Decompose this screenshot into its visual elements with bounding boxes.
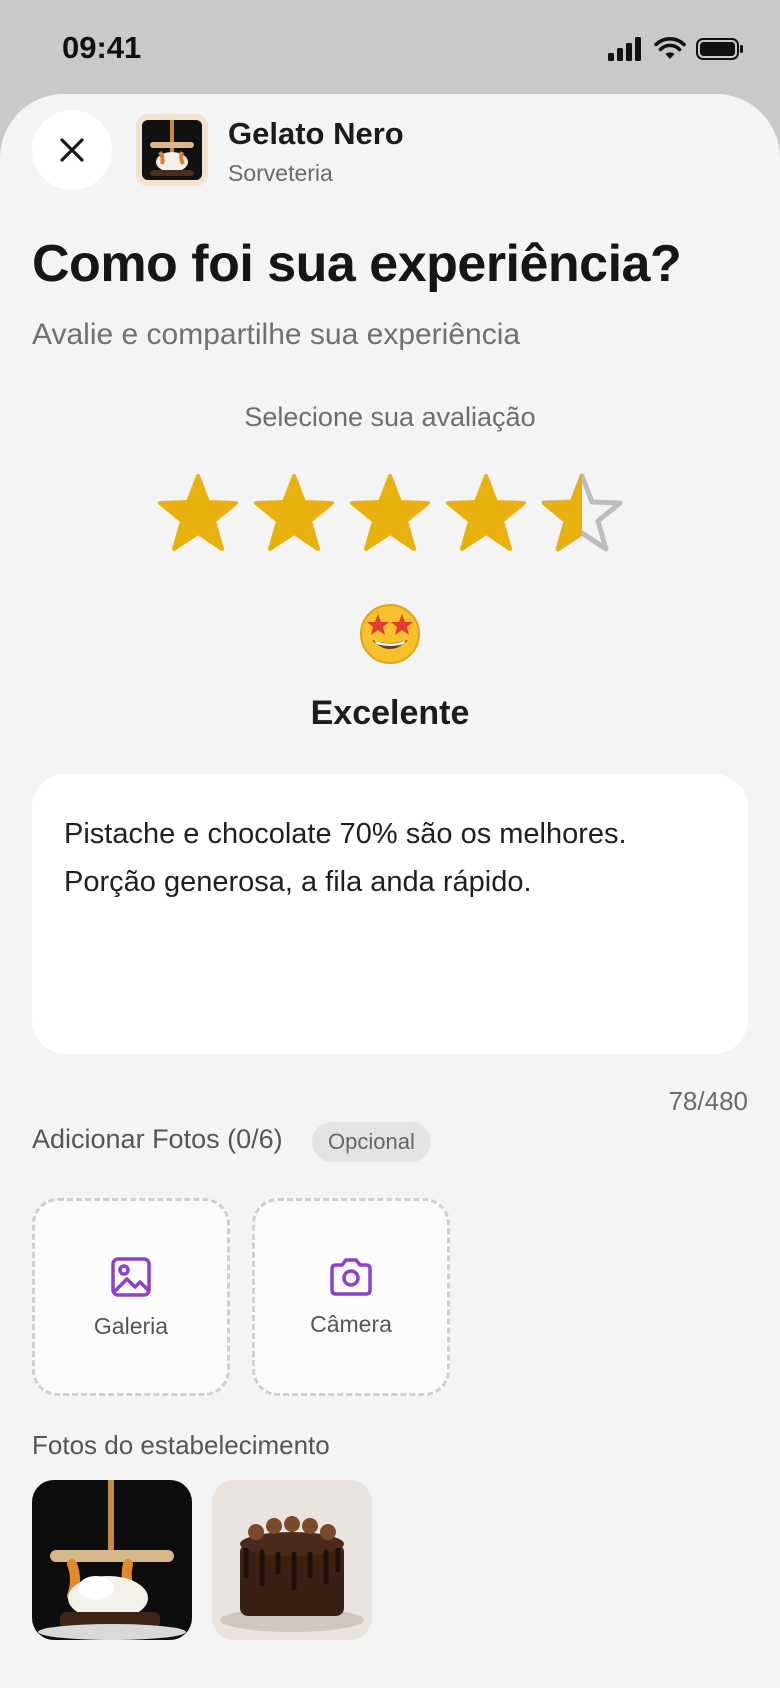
camera-label: Câmera [310, 1310, 392, 1337]
review-sheet: Gelato Nero Sorveteria Como foi sua expe… [0, 94, 780, 1688]
gallery-button[interactable]: Galeria [32, 1198, 230, 1396]
status-time: 09:41 [62, 30, 142, 65]
page-subtitle: Avalie e compartilhe sua experiência [32, 318, 521, 351]
close-button[interactable] [32, 110, 112, 190]
gallery-label: Galeria [93, 1312, 169, 1339]
star-1-icon[interactable] [154, 470, 242, 558]
add-photos-label: Adicionar Fotos (0/6) [32, 1124, 283, 1154]
establishment-photo-cake[interactable] [212, 1480, 372, 1640]
review-textarea[interactable]: Pistache e chocolate 70% são os melhores… [32, 774, 748, 1054]
wifi-icon [654, 37, 686, 59]
image-gallery-icon [111, 1256, 151, 1297]
status-bar: 09:41 [0, 0, 780, 96]
camera-icon [330, 1257, 372, 1296]
gelato-photo-image [32, 1480, 192, 1640]
star-3-icon[interactable] [346, 470, 434, 558]
rating-label: Selecione sua avaliação [244, 402, 536, 432]
star-2-icon[interactable] [250, 470, 338, 558]
cellular-signal-icon [608, 37, 641, 61]
star-4-icon[interactable] [442, 470, 530, 558]
character-counter: 78/480 [668, 1086, 748, 1116]
star-rating [154, 470, 626, 558]
establishment-photo-gelato[interactable] [32, 1480, 192, 1640]
battery-icon [696, 38, 743, 60]
rating-word: Excelente [310, 694, 470, 732]
store-avatar-image [142, 120, 202, 180]
camera-button[interactable]: Câmera [252, 1198, 450, 1396]
chocolate-cake-image [212, 1480, 372, 1640]
review-text: Pistache e chocolate 70% são os melhores… [64, 818, 627, 898]
star-5-half-icon[interactable] [538, 470, 626, 558]
status-icons [608, 34, 744, 64]
optional-badge: Opcional [312, 1122, 431, 1162]
establishment-photos-label: Fotos do estabelecimento [32, 1430, 330, 1460]
store-avatar [136, 114, 208, 186]
store-category: Sorveteria [228, 160, 333, 186]
close-icon [60, 138, 84, 162]
store-name: Gelato Nero [228, 116, 404, 151]
star-struck-emoji-icon [360, 604, 420, 664]
page-title: Como foi sua experiência? [32, 235, 682, 293]
